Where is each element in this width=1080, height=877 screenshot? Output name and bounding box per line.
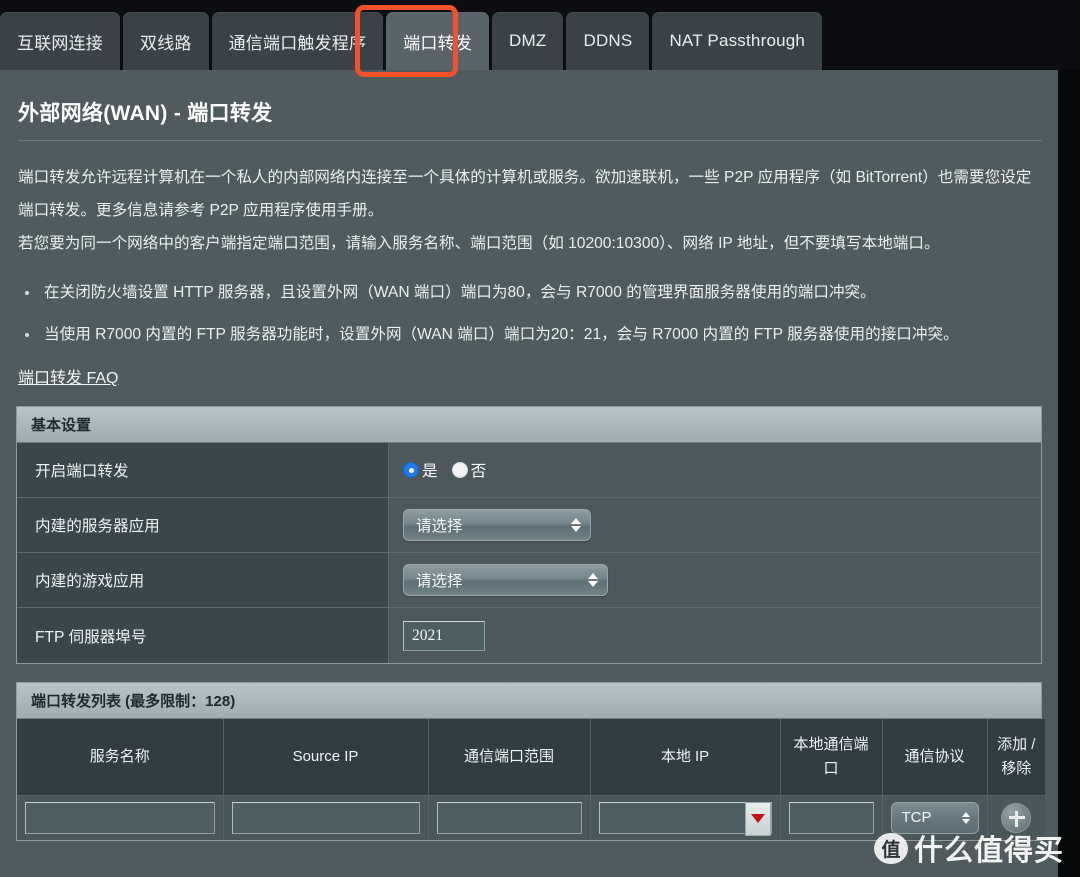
table-row: TCP bbox=[17, 795, 1045, 840]
protocol-value: TCP bbox=[901, 809, 932, 827]
basic-settings-card: 基本设置 开启端口转发 是 否 内建的服务器应用 请选择 内建的游戏应用 请选择… bbox=[16, 406, 1042, 664]
row-builtin-game-application: 内建的游戏应用 请选择 bbox=[17, 553, 1041, 608]
tab-label: DMZ bbox=[509, 31, 547, 50]
tab-label: 双线路 bbox=[140, 33, 192, 53]
tab-dual-wan[interactable]: 双线路 bbox=[123, 12, 209, 70]
builtin-server-application-select[interactable]: 请选择 bbox=[403, 509, 591, 541]
add-row-button[interactable] bbox=[1001, 802, 1032, 833]
description-paragraph-1: 端口转发允许远程计算机在一个私人的内部网络内连接至一个具体的计算机或服务。欲加速… bbox=[18, 169, 1032, 219]
row-value: 2021 bbox=[389, 608, 1041, 663]
cell-local-port bbox=[780, 795, 883, 840]
column-header-source-ip: Source IP bbox=[223, 719, 429, 796]
tab-dmz[interactable]: DMZ bbox=[492, 12, 564, 70]
radio-yes-label: 是 bbox=[422, 463, 438, 480]
port-forwarding-list-header: 端口转发列表 (最多限制：128) bbox=[17, 683, 1041, 719]
row-builtin-server-application: 内建的服务器应用 请选择 bbox=[17, 498, 1041, 553]
local-ip-input[interactable] bbox=[598, 801, 772, 836]
row-label: FTP 伺服器埠号 bbox=[17, 608, 389, 663]
row-value: 请选择 bbox=[389, 553, 1041, 607]
list-item: 当使用 R7000 内置的 FTP 服务器功能时，设置外网（WAN 端口）端口为… bbox=[40, 320, 1044, 350]
tab-label: NAT Passthrough bbox=[669, 31, 806, 50]
tab-nat-passthrough[interactable]: NAT Passthrough bbox=[652, 12, 823, 70]
radio-no-indicator[interactable] bbox=[451, 462, 468, 478]
list-item: 在关闭防火墙设置 HTTP 服务器，且设置外网（WAN 端口）端口为80，会与 … bbox=[40, 278, 1044, 308]
radio-no-label: 否 bbox=[470, 463, 487, 480]
column-header-service-name: 服务名称 bbox=[17, 719, 224, 796]
column-header-local-port: 本地通信端口 bbox=[780, 719, 883, 796]
column-header-add-remove: 添加 / 移除 bbox=[987, 719, 1045, 796]
port-range-input[interactable] bbox=[436, 801, 582, 834]
cell-service-name bbox=[17, 795, 224, 840]
tab-label: DDNS bbox=[583, 31, 633, 50]
radio-yes-indicator[interactable] bbox=[403, 462, 419, 478]
chevron-updown-icon bbox=[571, 518, 581, 532]
radio-option-yes[interactable]: 是 bbox=[403, 459, 438, 481]
cell-source-ip bbox=[223, 795, 429, 840]
enable-port-forwarding-radio-group: 是 否 bbox=[403, 459, 486, 481]
protocol-select[interactable]: TCP bbox=[890, 801, 979, 834]
tab-port-forwarding[interactable]: 端口转发 bbox=[386, 12, 490, 70]
chevron-updown-icon bbox=[588, 573, 598, 587]
page-title: 外部网络(WAN) - 端口转发 bbox=[18, 102, 273, 125]
cell-local-ip bbox=[590, 795, 781, 840]
row-ftp-server-port: FTP 伺服器埠号 2021 bbox=[17, 608, 1041, 663]
dropdown-arrow-icon[interactable] bbox=[744, 801, 771, 836]
ftp-server-port-input[interactable]: 2021 bbox=[403, 620, 485, 651]
router-admin-screen: 互联网连接 双线路 通信端口触发程序 端口转发 DMZ DDNS NAT Pas… bbox=[0, 0, 1080, 877]
basic-settings-header: 基本设置 bbox=[17, 407, 1041, 443]
tab-ddns[interactable]: DDNS bbox=[566, 12, 650, 70]
tab-port-trigger[interactable]: 通信端口触发程序 bbox=[211, 12, 384, 70]
content-panel: 外部网络(WAN) - 端口转发 端口转发允许远程计算机在一个私人的内部网络内连… bbox=[0, 70, 1058, 877]
row-value: 是 否 bbox=[389, 443, 1041, 497]
table-header-row: 服务名称 Source IP 通信端口范围 本地 IP 本地通信端口 通信协议 … bbox=[17, 719, 1045, 796]
tab-strip: 互联网连接 双线路 通信端口触发程序 端口转发 DMZ DDNS NAT Pas… bbox=[0, 0, 825, 70]
column-header-protocol: 通信协议 bbox=[882, 719, 988, 796]
column-header-local-ip: 本地 IP bbox=[590, 719, 781, 796]
cell-port-range bbox=[428, 795, 591, 840]
column-header-port-range: 通信端口范围 bbox=[428, 719, 591, 796]
tab-label: 端口转发 bbox=[403, 33, 473, 53]
tab-internet-connection[interactable]: 互联网连接 bbox=[0, 12, 120, 70]
row-label: 内建的游戏应用 bbox=[17, 553, 389, 607]
main-tab-bar: 互联网连接 双线路 通信端口触发程序 端口转发 DMZ DDNS NAT Pas… bbox=[0, 0, 1080, 70]
port-forwarding-faq-link[interactable]: 端口转发 FAQ bbox=[18, 364, 118, 388]
tab-label: 通信端口触发程序 bbox=[228, 33, 367, 53]
row-value: 请选择 bbox=[389, 498, 1041, 552]
port-forwarding-table: 服务名称 Source IP 通信端口范围 本地 IP 本地通信端口 通信协议 … bbox=[17, 719, 1045, 840]
select-value: 请选择 bbox=[416, 518, 463, 535]
local-port-input[interactable] bbox=[788, 801, 874, 834]
page-description: 端口转发允许远程计算机在一个私人的内部网络内连接至一个具体的计算机或服务。欲加速… bbox=[14, 141, 1044, 260]
row-enable-port-forwarding: 开启端口转发 是 否 bbox=[17, 443, 1041, 498]
cell-add-remove bbox=[987, 795, 1045, 840]
description-paragraph-2: 若您要为同一个网络中的客户端指定端口范围，请输入服务名称、端口范围（如 1020… bbox=[18, 235, 940, 252]
notice-bullet-list: 在关闭防火墙设置 HTTP 服务器，且设置外网（WAN 端口）端口为80，会与 … bbox=[14, 278, 1044, 350]
chevron-updown-icon bbox=[961, 811, 970, 824]
cell-protocol: TCP bbox=[882, 795, 988, 840]
service-name-input[interactable] bbox=[25, 801, 215, 834]
port-forwarding-list-card: 端口转发列表 (最多限制：128) 服务名称 Source IP 通信端口范围 … bbox=[16, 682, 1045, 841]
source-ip-input[interactable] bbox=[231, 801, 420, 834]
row-label: 开启端口转发 bbox=[17, 443, 389, 497]
row-label: 内建的服务器应用 bbox=[17, 498, 389, 552]
radio-option-no[interactable]: 否 bbox=[451, 459, 487, 481]
select-value: 请选择 bbox=[416, 573, 463, 590]
builtin-game-application-select[interactable]: 请选择 bbox=[403, 564, 608, 596]
tab-label: 互联网连接 bbox=[17, 33, 103, 53]
